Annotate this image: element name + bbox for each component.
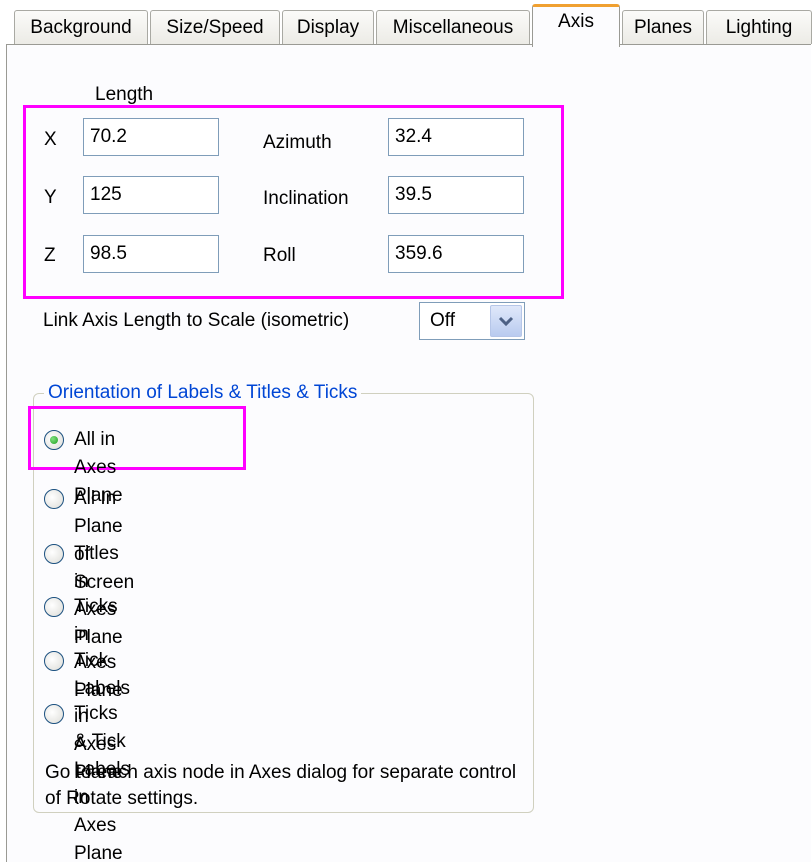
roll-field[interactable]: 359.6 (388, 235, 524, 273)
inclination-label: Inclination (263, 188, 349, 209)
radio-unchecked-icon (44, 544, 64, 564)
length-header: Length (95, 84, 154, 105)
radio-unchecked-icon (44, 651, 64, 671)
tab-background[interactable]: Background (14, 10, 148, 44)
link-axis-dropdown[interactable]: Off (419, 302, 525, 340)
tab-size-speed[interactable]: Size/Speed (150, 10, 280, 44)
chevron-down-icon (498, 316, 514, 327)
radio-checked-icon (44, 430, 64, 450)
length-z-field[interactable]: 98.5 (83, 235, 219, 273)
roll-label: Roll (263, 245, 296, 266)
radio-unchecked-icon (44, 597, 64, 617)
inclination-field[interactable]: 39.5 (388, 176, 524, 214)
orientation-group-title: Orientation of Labels & Titles & Ticks (44, 382, 362, 404)
tab-miscellaneous[interactable]: Miscellaneous (376, 10, 530, 44)
link-axis-label: Link Axis Length to Scale (isometric) (43, 310, 350, 331)
tab-display[interactable]: Display (282, 10, 374, 44)
tab-planes[interactable]: Planes (622, 10, 704, 44)
axis-label-z: Z (44, 245, 56, 266)
tab-axis[interactable]: Axis (532, 4, 620, 47)
azimuth-field[interactable]: 32.4 (388, 118, 524, 156)
orientation-note: Go to each axis node in Axes dialog for … (45, 762, 517, 809)
tab-lighting[interactable]: Lighting (706, 10, 812, 44)
link-axis-value: Off (430, 310, 455, 331)
length-y-field[interactable]: 125 (83, 176, 219, 214)
azimuth-label: Azimuth (263, 132, 332, 153)
axis-label-y: Y (44, 187, 57, 208)
tab-strip: Background Size/Speed Display Miscellane… (0, 0, 812, 47)
length-x-field[interactable]: 70.2 (83, 118, 219, 156)
dropdown-button[interactable] (490, 305, 522, 337)
radio-unchecked-icon (44, 489, 64, 509)
radio-unchecked-icon (44, 704, 64, 724)
axis-label-x: X (44, 129, 57, 150)
